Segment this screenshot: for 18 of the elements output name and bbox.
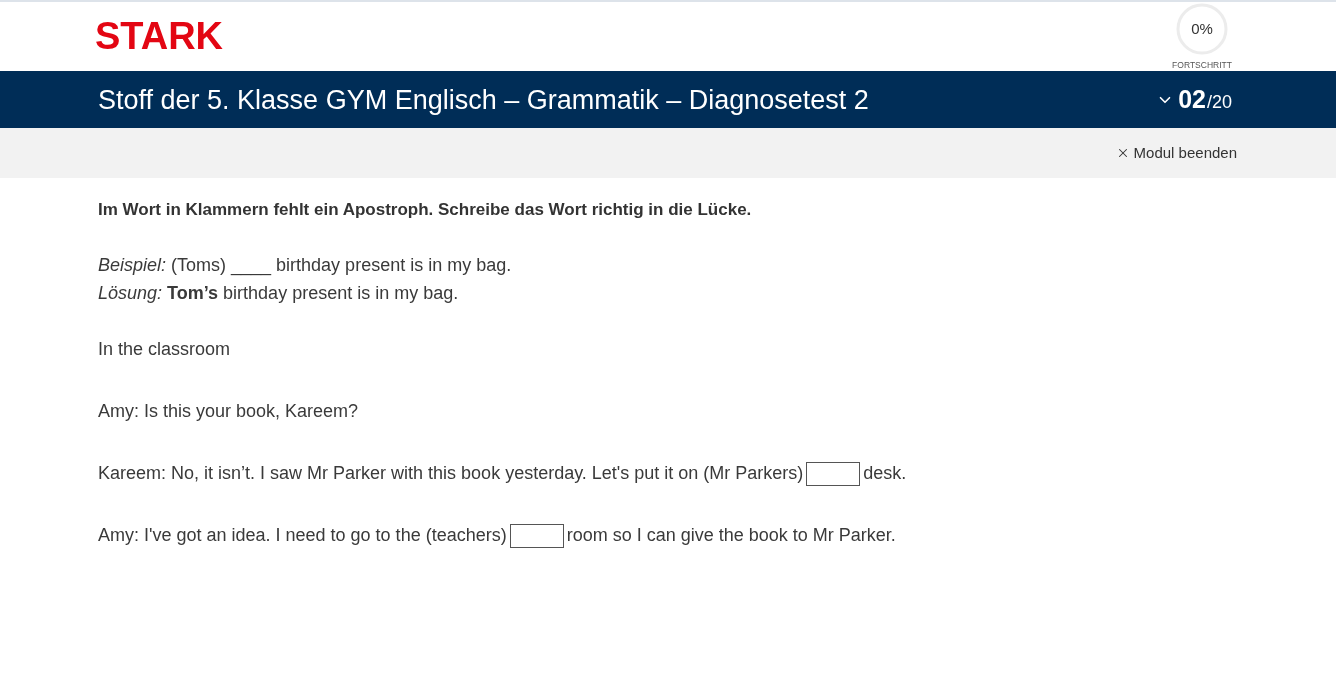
end-module-button[interactable]: Modul beenden [1115,141,1237,165]
dialogue-heading: In the classroom [98,338,232,361]
dialogue-text: Amy: Is this your book, Kareem? [98,401,359,421]
answer-box[interactable] [806,462,861,487]
dialogue-text: Amy: I've got an idea. I need to go to the (teachers) [98,525,507,545]
example-sentence: Lösung: Tom’s birthday present is in my bag. [98,282,460,305]
example-sentence: Beispiel: (Toms) ____ birthday present is in my bag. [98,254,513,278]
question-counter-button[interactable]: 02/20 [1156,83,1232,116]
dialogue-text: room so I can give the book to Mr Parker. [566,525,896,545]
module-title: Stoff der 5. Klasse GYM Englisch – Grammatik – Diagnosetest 2 [98,83,869,116]
dialogue-text: Kareem: No, it isn’t. I saw Mr Parker with this book yesterday. Let's put it on (Mr Parkers) [98,463,804,483]
dialogue-text: desk. [863,463,907,483]
progress-reading: 0% [1191,20,1213,38]
answer-box[interactable] [509,524,564,549]
logo: STARK [95,16,224,56]
progress-label: FORTSCHRITT [1172,60,1232,70]
task-instruction: Im Wort in Klammern fehlt ein Apostroph. Schreibe das Wort richtig in die Lücke. [98,199,753,221]
progress-ring [1176,3,1228,55]
